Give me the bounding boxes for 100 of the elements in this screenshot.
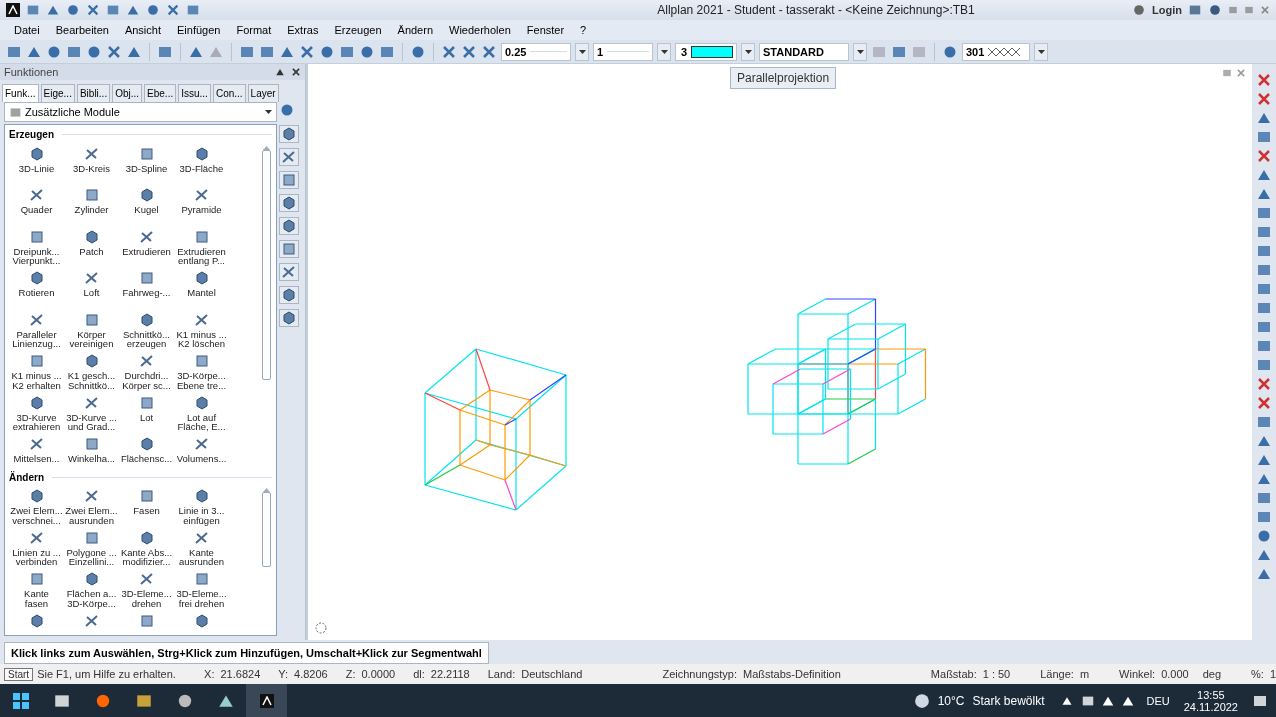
side-tab[interactable]	[279, 286, 299, 304]
panel-tab[interactable]: Eige...	[40, 84, 75, 102]
quick-access-icon[interactable]	[146, 3, 160, 17]
hatch-field[interactable]: 301	[962, 42, 1030, 61]
menu-item[interactable]: Erzeugen	[326, 24, 390, 36]
quick-access-icon[interactable]	[126, 3, 140, 17]
clock-date[interactable]: 24.11.2022	[1183, 700, 1238, 713]
function-label[interactable]: Rotieren	[18, 288, 55, 298]
dropdown-button[interactable]	[1034, 42, 1048, 61]
caret-icon[interactable]	[265, 110, 272, 114]
function-label[interactable]: Schnittkö... erzeugen	[123, 329, 170, 349]
tool-icon[interactable]	[1256, 338, 1272, 354]
module-icon[interactable]	[9, 105, 22, 119]
caret-icon[interactable]	[660, 49, 668, 54]
tool-icon[interactable]	[1256, 148, 1272, 164]
quick-access-icon[interactable]	[166, 3, 180, 17]
drawing-canvas[interactable]: Parallelprojektion	[306, 64, 1252, 640]
close-icon[interactable]	[291, 67, 301, 77]
tool-icon[interactable]	[1256, 91, 1272, 107]
function-label[interactable]: Zwei Elem... verschnei...	[10, 506, 63, 526]
function-label[interactable]: Loft	[83, 288, 100, 298]
function-label[interactable]: Kante fasen	[24, 589, 49, 609]
function-label[interactable]: Paralleler Linienzug...	[12, 329, 61, 349]
function-label[interactable]: 3D-Kurve extrahieren	[12, 412, 61, 432]
function-label[interactable]: Körper vereinigen	[69, 329, 114, 349]
function-label[interactable]: Winkelha...	[68, 454, 115, 464]
tool-icon[interactable]	[1256, 319, 1272, 335]
menu-item[interactable]: Extras	[279, 24, 327, 36]
tool-icon[interactable]	[1256, 357, 1272, 373]
dropdown-button[interactable]	[657, 42, 671, 61]
function-label[interactable]: Mantel	[187, 288, 216, 298]
function-label[interactable]: Lot	[139, 412, 154, 423]
panel-tab[interactable]: Bibli...	[76, 84, 111, 102]
caret-icon[interactable]	[744, 49, 752, 54]
menu-item[interactable]: Ansicht	[116, 24, 169, 36]
menu-item[interactable]: Fenster	[518, 24, 573, 36]
panel-tab[interactable]: Con...	[212, 84, 246, 102]
menu-item[interactable]: Wiederholen	[441, 24, 519, 36]
tool-icon[interactable]	[1256, 281, 1272, 297]
panel-tab[interactable]: Obj...	[112, 84, 143, 102]
dropdown-button[interactable]	[741, 42, 755, 61]
function-label[interactable]: 3D-Eleme... frei drehen	[176, 589, 227, 609]
side-tab[interactable]	[279, 217, 299, 235]
quick-access-icon[interactable]	[46, 3, 60, 17]
side-tab[interactable]	[279, 194, 299, 212]
tool-icon[interactable]	[1256, 224, 1272, 240]
function-label[interactable]: Linie in 3... einfügen	[178, 506, 225, 526]
function-label[interactable]: Polygone ... Einzellini...	[66, 547, 117, 567]
module-dropdown[interactable]: Zusätzliche Module	[4, 102, 277, 122]
function-label[interactable]: Quader	[20, 205, 53, 215]
language-indicator[interactable]: DEU	[1146, 694, 1170, 707]
dropdown-button[interactable]	[575, 42, 589, 61]
function-label[interactable]: 3D-Spline	[125, 163, 168, 174]
function-label[interactable]: Lot auf Fläche, E...	[177, 412, 226, 432]
function-label[interactable]: Flächen a... 3D-Körpe...	[66, 589, 117, 609]
tool-icon[interactable]	[1256, 205, 1272, 221]
tool-icon[interactable]	[1256, 129, 1272, 145]
caret-icon[interactable]	[1037, 49, 1045, 54]
function-label[interactable]: Kugel	[134, 205, 159, 215]
side-tab[interactable]	[279, 148, 299, 166]
menu-item[interactable]: Ändern	[389, 24, 442, 36]
function-label[interactable]: K1 gesch... Schnittkö...	[67, 371, 116, 391]
menu-item[interactable]: Einfügen	[169, 24, 229, 36]
tool-icon[interactable]	[1256, 528, 1272, 544]
caret-icon[interactable]	[856, 49, 864, 54]
function-label[interactable]: Extrudieren entlang P...	[177, 246, 226, 266]
function-label[interactable]: Fahrweg-...	[122, 288, 171, 298]
tool-icon[interactable]	[1256, 376, 1272, 392]
login-link[interactable]: Login	[1152, 4, 1182, 16]
function-label[interactable]: Pyramide	[181, 205, 222, 215]
app-logo[interactable]	[6, 3, 20, 17]
function-label[interactable]: 3D-Linie	[18, 163, 55, 174]
tool-icon[interactable]	[1256, 414, 1272, 430]
scrollbar-thumb[interactable]	[261, 492, 271, 568]
function-label[interactable]: 3D-Kreis	[73, 163, 110, 174]
navigation-icon[interactable]	[315, 622, 327, 634]
menu-item[interactable]: Datei	[6, 24, 48, 36]
side-tab[interactable]	[279, 309, 299, 327]
toolbar-icon[interactable]	[106, 43, 122, 60]
dropdown-button[interactable]	[853, 42, 867, 61]
menu-item[interactable]: ?	[572, 24, 595, 36]
pen-thickness-field[interactable]: 0.25	[501, 42, 571, 61]
layer-field[interactable]: STANDARD	[759, 42, 849, 61]
side-tab[interactable]	[279, 240, 299, 258]
function-label[interactable]: Volumens...	[176, 454, 227, 464]
tool-icon[interactable]	[1256, 490, 1272, 506]
function-label[interactable]: Flächensc...	[120, 454, 173, 464]
color-field[interactable]: 3	[675, 42, 737, 61]
tool-icon[interactable]	[1256, 300, 1272, 316]
tool-icon[interactable]	[1256, 72, 1272, 88]
quick-access-icon[interactable]	[106, 3, 120, 17]
function-label[interactable]: Zylinder	[74, 205, 109, 215]
scrollbar-thumb[interactable]	[261, 149, 271, 380]
quick-access-icon[interactable]	[26, 3, 40, 17]
function-label[interactable]: Durchdri... Körper sc...	[122, 371, 171, 391]
function-label[interactable]: Extrudieren	[122, 246, 171, 257]
side-tab[interactable]	[279, 125, 299, 143]
function-label[interactable]: 3D-Fläche	[179, 163, 224, 174]
tool-icon[interactable]	[1256, 243, 1272, 259]
function-label[interactable]: K1 minus ... K2 erhalten	[11, 371, 62, 391]
